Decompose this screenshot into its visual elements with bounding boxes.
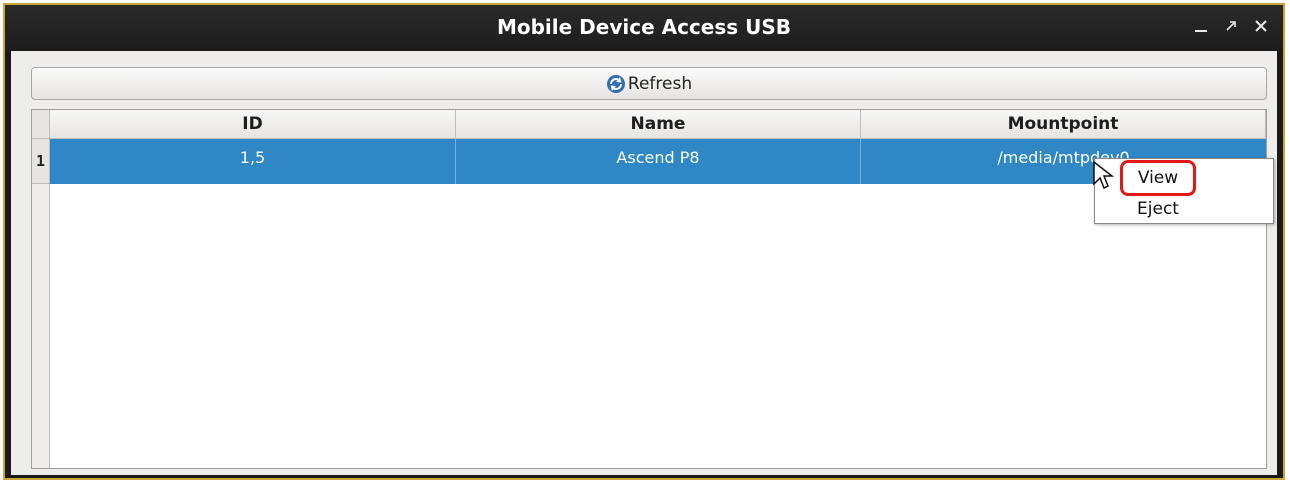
mouse-cursor-icon [1093, 160, 1115, 190]
row-header-column: 1 [32, 139, 50, 468]
app-window: Mobile Device Access USB Refresh ID Name… [3, 3, 1285, 480]
close-icon[interactable] [1253, 14, 1269, 38]
column-header-mountpoint[interactable]: Mountpoint [861, 110, 1266, 139]
menu-item-view[interactable]: View [1120, 160, 1196, 196]
device-table: ID Name Mountpoint 1 1,5 Ascend P8 /medi… [31, 109, 1267, 469]
row-number[interactable]: 1 [32, 139, 49, 184]
column-header-id[interactable]: ID [50, 110, 456, 139]
window-title: Mobile Device Access USB [496, 15, 792, 39]
table-row[interactable]: 1,5 Ascend P8 /media/mtpdev0 [50, 139, 1266, 184]
cell-name[interactable]: Ascend P8 [456, 139, 861, 184]
maximize-icon[interactable] [1223, 14, 1239, 38]
refresh-icon [606, 74, 626, 94]
window-content: Refresh ID Name Mountpoint 1 1,5 Ascend … [11, 51, 1277, 475]
refresh-button[interactable]: Refresh [31, 67, 1267, 100]
cell-id[interactable]: 1,5 [50, 139, 456, 184]
minimize-icon[interactable] [1193, 14, 1209, 38]
refresh-button-label: Refresh [627, 73, 693, 94]
context-menu: View Eject [1094, 158, 1274, 224]
menu-item-eject[interactable]: Eject [1123, 194, 1193, 224]
column-header-name[interactable]: Name [456, 110, 861, 139]
table-corner [32, 110, 50, 139]
window-controls [1193, 14, 1269, 38]
title-bar[interactable]: Mobile Device Access USB [5, 5, 1283, 51]
